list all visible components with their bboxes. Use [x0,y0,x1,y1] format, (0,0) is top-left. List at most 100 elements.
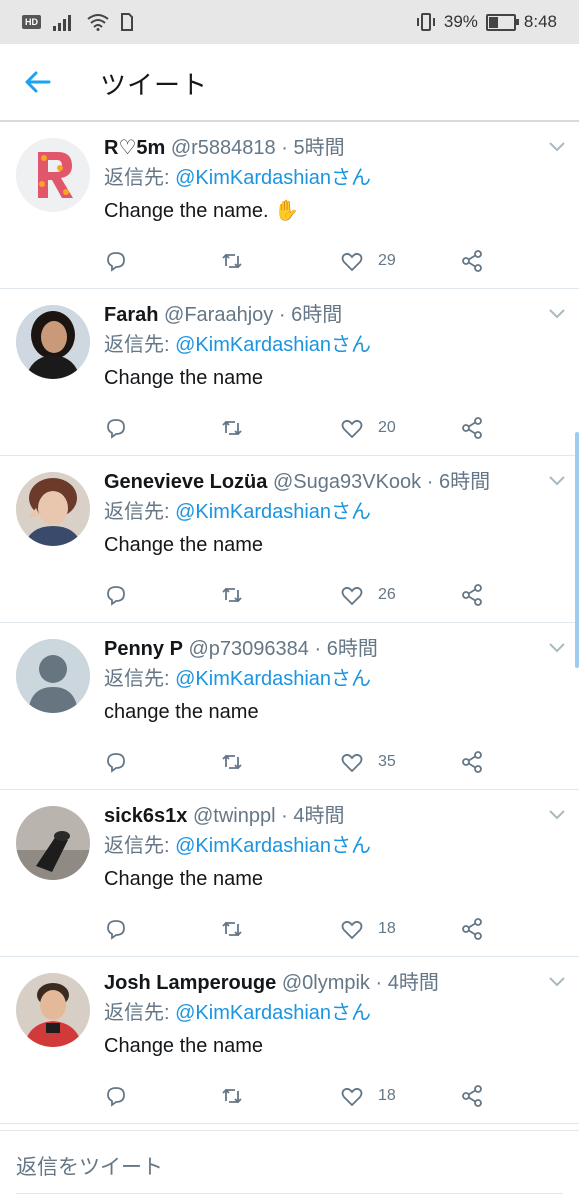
reply-target-link[interactable]: @KimKardashianさん [175,1002,371,1024]
reply-button[interactable] [104,580,128,610]
reply-button[interactable] [104,747,128,777]
avatar[interactable] [16,639,90,713]
like-button[interactable]: 29 [340,246,396,276]
reply-target-link[interactable]: @KimKardashianさん [175,835,371,857]
avatar[interactable] [16,973,90,1047]
reply-button[interactable] [104,1081,128,1111]
tweet-item[interactable]: Penny P @p73096384 · 6時間 返信先: @KimKardas… [0,623,579,790]
reply-button[interactable] [104,246,128,276]
tweet-time: 6時間 [326,638,378,660]
retweet-button[interactable] [220,246,244,276]
tweet-item[interactable]: Farah @Faraahjoy · 6時間 返信先: @KimKardashi… [0,289,579,456]
tweet-time: 5時間 [293,137,345,159]
user-handle[interactable]: @0lympik [282,972,370,994]
retweet-button[interactable] [220,1081,244,1111]
tweet-actions: 18 [104,1081,504,1111]
tweet-item[interactable]: sick6s1x @twinppl · 4時間 返信先: @KimKardash… [0,790,579,957]
share-icon [462,250,482,272]
app-header: ツイート [0,44,579,122]
display-name[interactable]: Josh Lamperouge [104,972,276,994]
arrow-left-icon[interactable] [22,66,54,98]
chevron-down-icon[interactable] [549,142,565,152]
share-icon [462,417,482,439]
like-button[interactable]: 18 [340,914,396,944]
heart-icon [341,586,363,606]
page-title: ツイート [100,70,209,100]
like-button[interactable]: 18 [340,1081,396,1111]
avatar[interactable] [16,472,90,546]
display-name[interactable]: Penny P [104,638,183,660]
battery-icon [485,13,519,31]
tweet-time: 4時間 [293,805,345,827]
like-count: 18 [378,1087,396,1104]
share-icon [462,584,482,606]
user-handle[interactable]: @Suga93VKook [273,471,421,493]
share-button[interactable] [460,747,484,777]
reply-target-link[interactable]: @KimKardashianさん [175,334,371,356]
user-handle[interactable]: @twinppl [193,805,276,827]
display-name[interactable]: sick6s1x [104,805,187,827]
user-handle[interactable]: @Faraahjoy [164,304,273,326]
retweet-icon [222,921,242,937]
tweet-text: Change the name [104,367,264,389]
battery-percent: 39% [443,12,478,31]
retweet-button[interactable] [220,914,244,944]
tweet-text: Change the name. ✋ [104,200,300,222]
reply-button[interactable] [104,413,128,443]
display-name[interactable]: R♡5m [104,137,165,159]
share-icon [462,918,482,940]
like-button[interactable]: 26 [340,580,396,610]
retweet-icon [222,1088,242,1104]
chevron-down-icon[interactable] [549,977,565,987]
share-button[interactable] [460,246,484,276]
reply-target-link[interactable]: @KimKardashianさん [175,501,371,523]
vibrate-icon [416,13,435,31]
avatar[interactable] [16,806,90,880]
status-bar: HD 39% 8:48 [0,0,579,44]
retweet-button[interactable] [220,580,244,610]
avatar[interactable] [16,138,90,212]
scrollbar[interactable] [575,432,579,668]
tweet-item[interactable]: R♡5m @r5884818 · 5時間 返信先: @KimKardashian… [0,122,579,289]
share-button[interactable] [460,914,484,944]
retweet-button[interactable] [220,747,244,777]
separator-dot: · [426,471,434,493]
reply-icon [107,586,125,606]
tweet-actions: 18 [104,914,504,944]
retweet-icon [222,420,242,436]
user-handle[interactable]: @r5884818 [171,137,276,159]
reply-button[interactable] [104,914,128,944]
separator-dot: · [278,304,286,326]
reply-input[interactable]: 返信をツイート [16,1143,563,1194]
tweet-actions: 29 [104,246,504,276]
reply-target-link[interactable]: @KimKardashianさん [175,668,371,690]
tweet-text: change the name [104,701,259,723]
avatar[interactable] [16,305,90,379]
share-button[interactable] [460,1081,484,1111]
tweet-item[interactable]: Genevieve Lozüa @Suga93VKook · 6時間 返信先: … [0,456,579,623]
reply-prefix: 返信先: [104,1002,170,1024]
chevron-down-icon[interactable] [549,309,565,319]
like-button[interactable]: 20 [340,413,396,443]
tweet-time: 6時間 [291,304,343,326]
tweet-time: 6時間 [438,471,491,493]
like-count: 18 [378,920,396,937]
retweet-button[interactable] [220,413,244,443]
share-button[interactable] [460,580,484,610]
chevron-down-icon[interactable] [549,643,565,653]
display-name[interactable]: Farah [104,304,158,326]
display-name[interactable]: Genevieve Lozüa [104,471,267,493]
chevron-down-icon[interactable] [549,476,565,486]
retweet-icon [222,253,242,269]
tweet-item[interactable]: Josh Lamperouge @0lympik · 4時間 返信先: @Kim… [0,957,579,1124]
share-button[interactable] [460,413,484,443]
sim-icon [121,13,133,31]
share-icon [462,1085,482,1107]
heart-icon [341,419,363,439]
wifi-icon [87,14,109,31]
chevron-down-icon[interactable] [549,810,565,820]
like-button[interactable]: 35 [340,747,396,777]
user-handle[interactable]: @p73096384 [188,638,308,660]
reply-target-link[interactable]: @KimKardashianさん [175,167,371,189]
reply-prefix: 返信先: [104,167,170,189]
